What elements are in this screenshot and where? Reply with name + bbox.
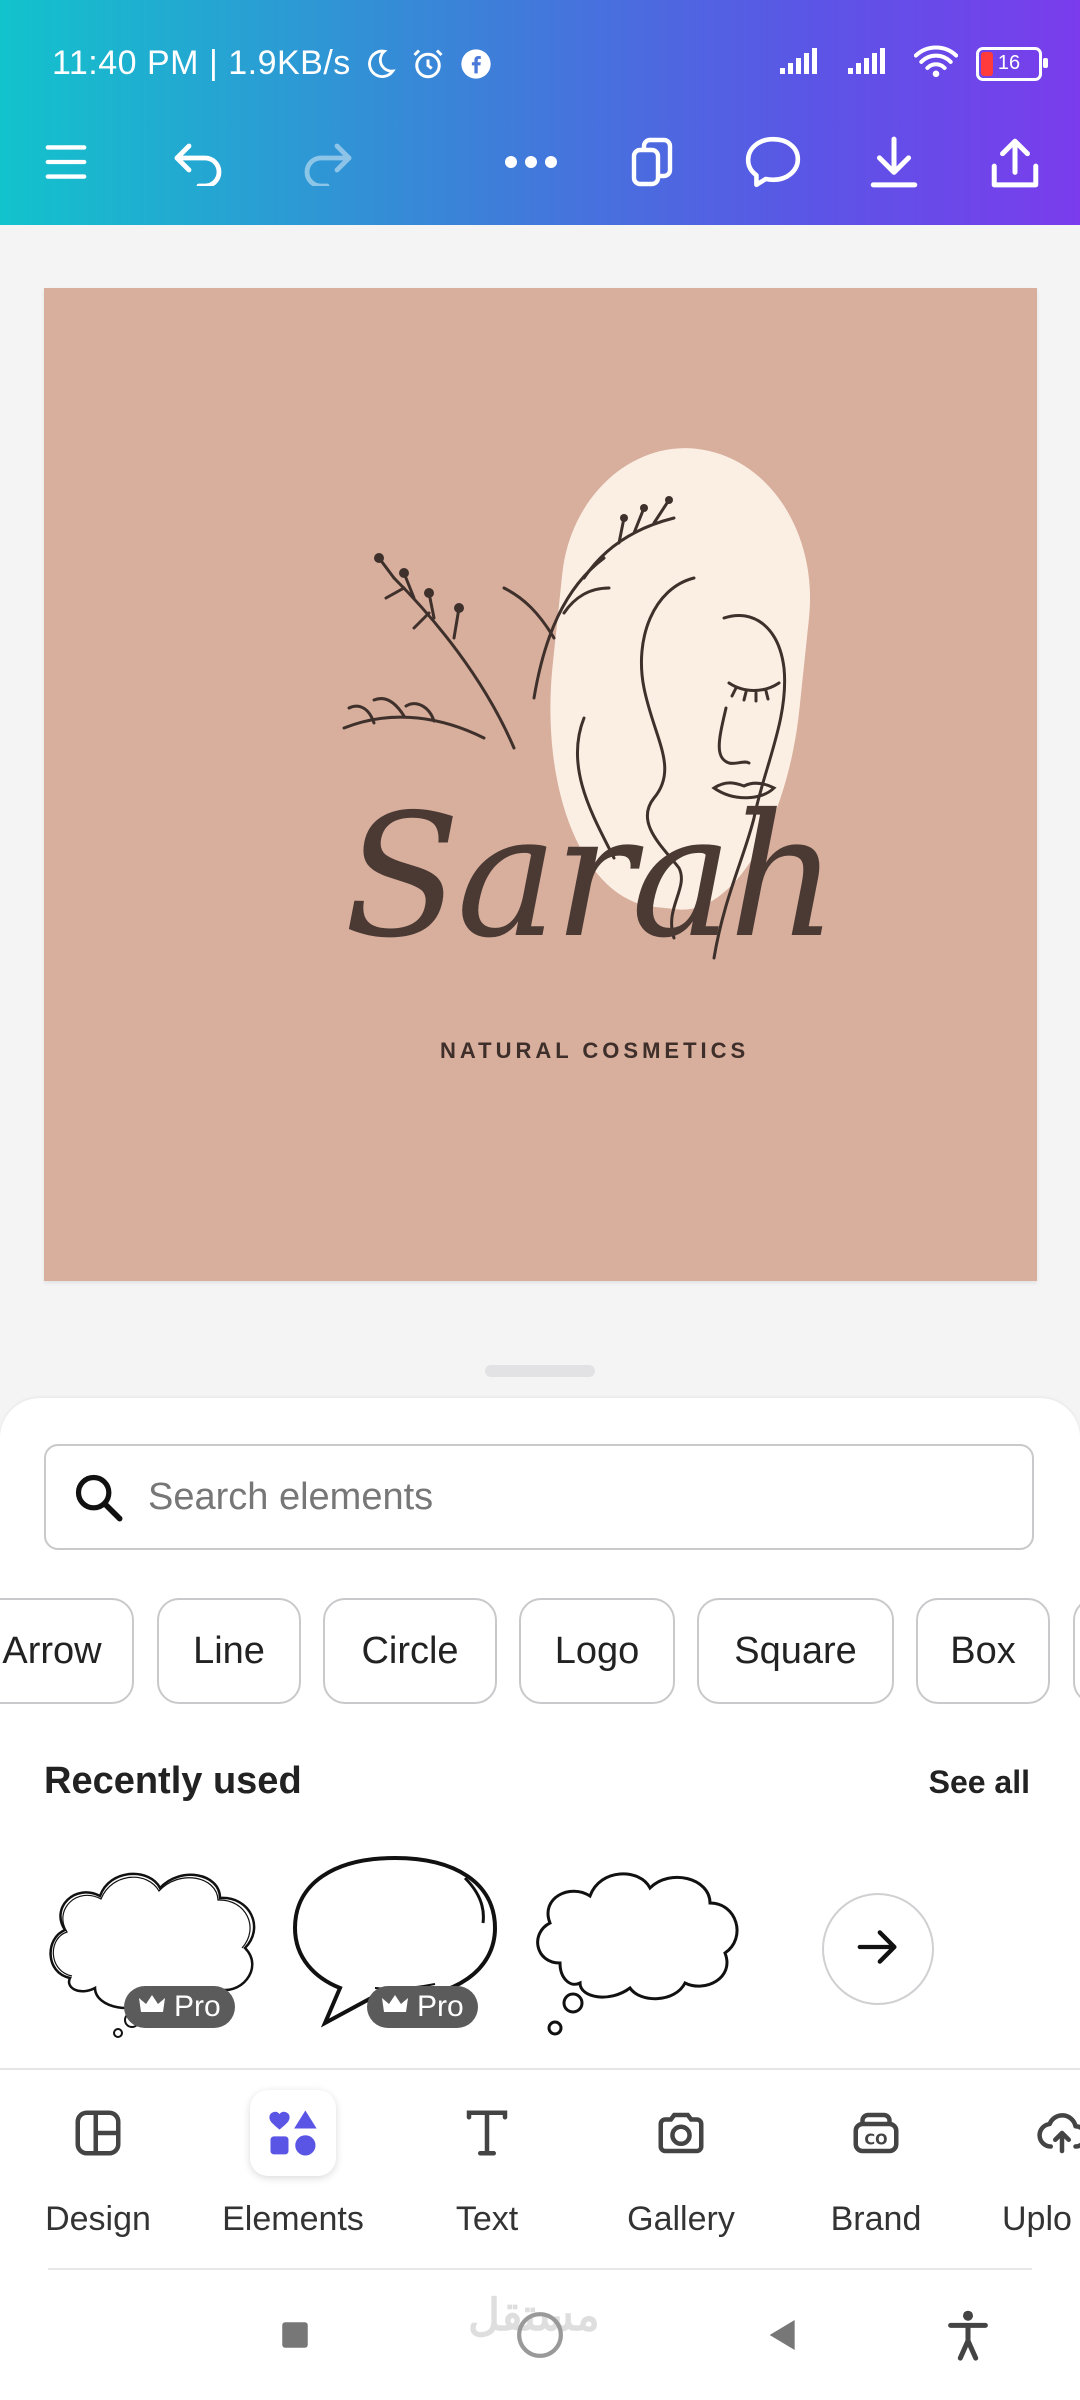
recent-element-thought-cloud[interactable] <box>525 1838 755 2053</box>
nav-elements[interactable]: Elements <box>203 2070 383 2270</box>
recents-icon[interactable] <box>270 2310 320 2360</box>
status-bar-left: 11:40 PM | 1.9KB/s <box>52 44 495 83</box>
thought-cloud-icon <box>536 1872 739 2036</box>
download-icon[interactable] <box>862 130 926 194</box>
nav-design[interactable]: Design <box>8 2070 188 2270</box>
pro-badge: Pro <box>367 1986 478 2028</box>
arrow-right-icon <box>856 1927 900 1972</box>
pro-badge: Pro <box>124 1986 235 2028</box>
more-recent-button[interactable] <box>822 1893 934 2005</box>
recent-element-speech-bubble[interactable]: Pro <box>285 1838 505 2043</box>
share-icon[interactable] <box>983 130 1047 194</box>
nav-gallery[interactable]: Gallery <box>591 2070 771 2270</box>
elements-icon <box>250 2090 336 2176</box>
design-icon <box>55 2090 141 2176</box>
svg-text:CO: CO <box>864 2131 887 2148</box>
signal-icon <box>778 46 828 81</box>
signal-icon <box>846 46 896 81</box>
battery-level: 16 <box>997 52 1021 74</box>
alarm-icon <box>409 45 447 83</box>
nav-brand[interactable]: CO Brand <box>786 2070 966 2270</box>
status-bar-right: 16 <box>778 44 1048 83</box>
menu-icon[interactable] <box>34 130 98 194</box>
accessibility-icon[interactable] <box>943 2310 993 2361</box>
tagline-text: NATURAL COSMETICS <box>440 1038 750 1063</box>
sheet-drag-handle[interactable] <box>485 1365 595 1377</box>
see-all-link[interactable]: See all <box>929 1764 1030 1801</box>
search-icon <box>72 1471 124 1523</box>
top-bar: 11:40 PM | 1.9KB/s 16 <box>0 0 1080 225</box>
brand-icon: CO <box>833 2090 919 2176</box>
crown-icon <box>381 1990 409 2024</box>
pro-label: Pro <box>417 1990 464 2023</box>
nav-brand-label: Brand <box>830 2200 922 2238</box>
design-canvas[interactable]: Sarah NATURAL COSMETICS <box>44 288 1037 1281</box>
facebook-icon <box>457 45 495 83</box>
brand-name-text: Sarah <box>344 778 838 976</box>
elements-panel: Arrow Line Circle Logo Square Box Recent… <box>0 1398 1080 2068</box>
system-nav-bar: مستقل <box>0 2270 1080 2400</box>
editor-toolbar <box>0 120 1080 200</box>
search-bar[interactable] <box>44 1444 1034 1550</box>
recently-used-heading: Recently used <box>44 1760 302 1802</box>
pro-label: Pro <box>174 1990 221 2023</box>
battery-icon: 16 <box>976 46 1048 81</box>
upload-cloud-icon <box>1019 2090 1080 2176</box>
text-icon <box>444 2090 530 2176</box>
chip-circle[interactable]: Circle <box>323 1598 497 1704</box>
camera-icon <box>638 2090 724 2176</box>
bottom-nav: Design Elements Text Gallery CO Brand Up… <box>0 2068 1080 2270</box>
recent-element-cloud-sketch[interactable]: Pro <box>40 1838 270 2043</box>
nav-design-label: Design <box>45 2200 151 2238</box>
redo-icon[interactable] <box>295 130 359 194</box>
chip-line[interactable]: Line <box>157 1598 301 1704</box>
nav-elements-label: Elements <box>222 2200 364 2238</box>
more-options-icon[interactable] <box>499 130 563 194</box>
back-icon[interactable] <box>758 2310 808 2360</box>
chip-partial[interactable] <box>1073 1598 1080 1704</box>
undo-icon[interactable] <box>167 130 231 194</box>
category-chips: Arrow Line Circle Logo Square Box <box>0 1598 1080 1708</box>
nav-uploads-label: Uplo <box>1002 2200 1072 2238</box>
home-icon[interactable] <box>515 2310 565 2360</box>
search-input[interactable] <box>146 1474 950 1520</box>
wifi-icon <box>913 44 959 83</box>
pages-icon[interactable] <box>620 130 684 194</box>
comment-icon[interactable] <box>741 130 805 194</box>
chip-arrow[interactable]: Arrow <box>0 1598 134 1704</box>
nav-uploads[interactable]: Uplo <box>980 2070 1080 2270</box>
status-time: 11:40 PM | 1.9KB/s <box>52 44 351 82</box>
nav-text-label: Text <box>455 2200 519 2238</box>
chip-logo[interactable]: Logo <box>519 1598 675 1704</box>
chip-square[interactable]: Square <box>697 1598 894 1704</box>
chip-box[interactable]: Box <box>916 1598 1050 1704</box>
nav-text[interactable]: Text <box>397 2070 577 2270</box>
moon-icon <box>361 45 399 83</box>
nav-gallery-label: Gallery <box>627 2200 735 2238</box>
crown-icon <box>138 1990 166 2024</box>
